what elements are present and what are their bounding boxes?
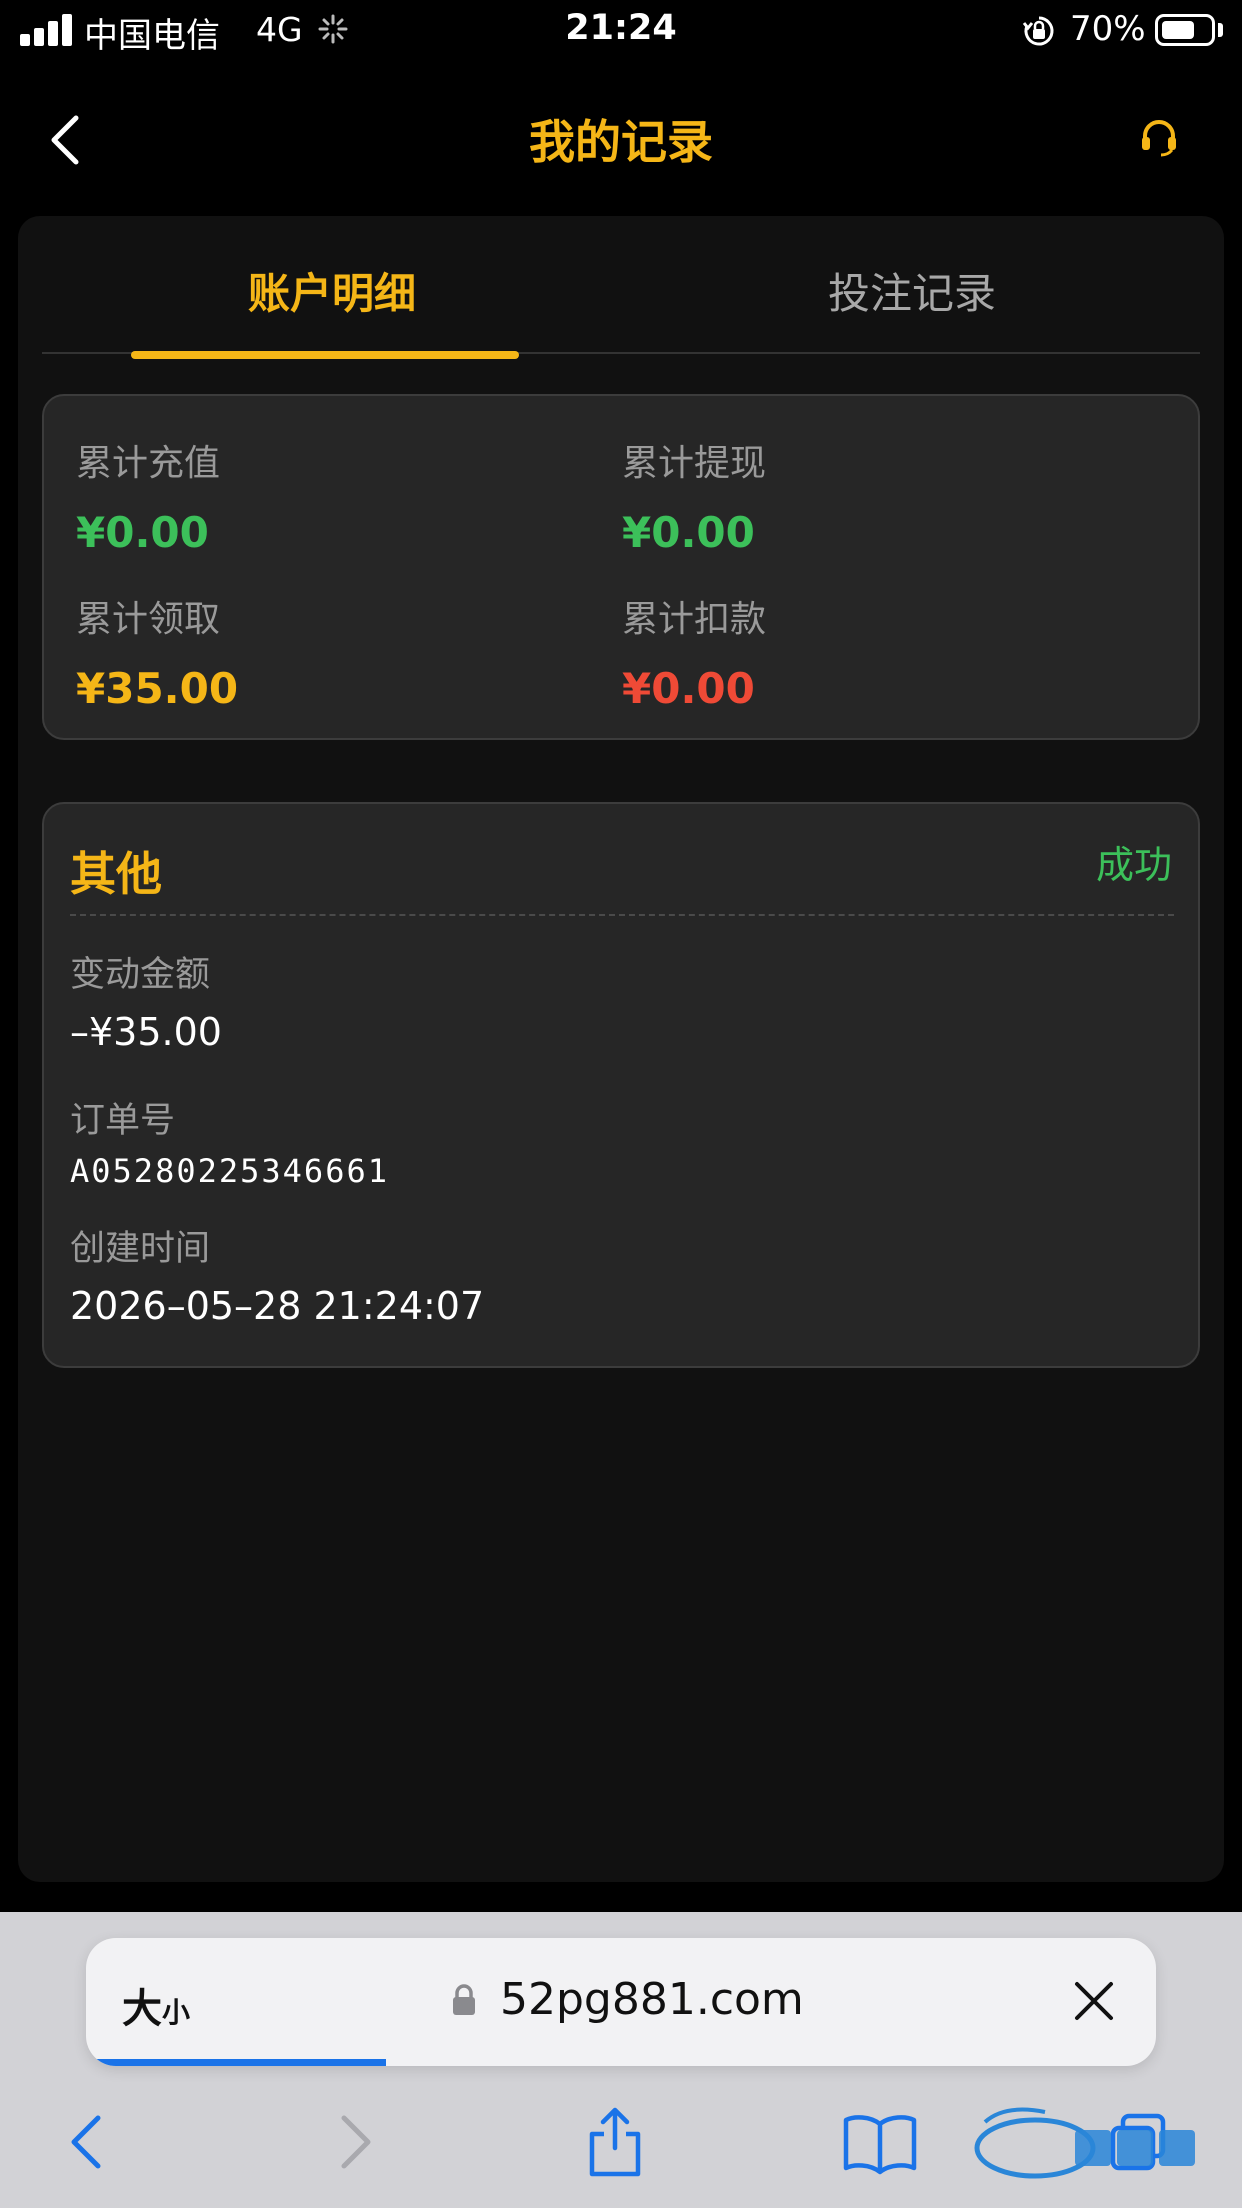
- order-number-label: 订单号: [70, 1101, 176, 1141]
- summary-value: ¥0.00: [622, 508, 755, 557]
- records-panel: 账户明细 投注记录 累计充值 ¥0.00 累计提现 ¥0.00 累计领取 ¥35…: [18, 216, 1224, 1882]
- rotation-lock-icon: [1022, 16, 1054, 46]
- text-size-large: 大: [122, 1986, 162, 2032]
- text-size-button[interactable]: 大小: [122, 1976, 190, 2034]
- tab-bet-records[interactable]: 投注记录: [622, 260, 1202, 321]
- summary-value: ¥35.00: [76, 664, 239, 713]
- created-time-label: 创建时间: [70, 1229, 211, 1269]
- battery-icon: [1155, 14, 1215, 46]
- lock-icon: [453, 1984, 475, 2015]
- dashed-divider: [70, 914, 1174, 916]
- summary-total-deposit: 累计充值 ¥0.00: [76, 434, 596, 557]
- amount-label: 变动金额: [70, 955, 211, 995]
- amount-value: –¥35.00: [70, 1010, 222, 1054]
- record-card[interactable]: 其他 成功 变动金额 –¥35.00 订单号 A05280225346661 创…: [42, 802, 1200, 1368]
- summary-label: 累计扣款: [622, 599, 767, 640]
- summary-total-withdrawal: 累计提现 ¥0.00: [622, 434, 1142, 557]
- forward-icon[interactable]: [320, 2102, 390, 2182]
- page-load-progress: [86, 2059, 386, 2066]
- battery-cap: [1218, 23, 1223, 37]
- active-tab-indicator: [131, 351, 519, 359]
- watermark-logo: [974, 2107, 1195, 2179]
- summary-label: 累计充值: [76, 443, 221, 484]
- back-icon[interactable]: [52, 2102, 122, 2182]
- status-badge: 成功: [1095, 843, 1172, 887]
- browser-bottom-bar: 大小 52pg881.com: [0, 1912, 1242, 2208]
- url-text[interactable]: 52pg881.com: [500, 1974, 804, 2025]
- page-title: 我的记录: [529, 115, 713, 169]
- summary-total-claimed: 累计领取 ¥35.00: [76, 590, 596, 713]
- text-size-small: 小: [162, 1996, 191, 2029]
- tab-account-details[interactable]: 账户明细: [42, 260, 622, 321]
- created-time-value: 2026–05–28 21:24:07: [70, 1284, 485, 1328]
- record-type: 其他: [70, 847, 162, 901]
- summary-total-deduction: 累计扣款 ¥0.00: [622, 590, 1142, 713]
- summary-label: 累计提现: [622, 443, 767, 484]
- tab-bar: 账户明细 投注记录: [42, 216, 1200, 356]
- summary-value: ¥0.00: [76, 508, 209, 557]
- close-icon[interactable]: [1071, 1978, 1117, 2024]
- summary-value: ¥0.00: [622, 664, 755, 713]
- headset-icon[interactable]: [1138, 116, 1180, 158]
- nav-bar: 我的记录: [0, 62, 1242, 212]
- status-bar: 中国电信 4G 21:24 70%: [0, 0, 1242, 62]
- share-icon[interactable]: [580, 2102, 650, 2182]
- battery-percent: 70%: [1070, 9, 1146, 49]
- address-bar[interactable]: 大小 52pg881.com: [86, 1938, 1156, 2066]
- summary-card: 累计充值 ¥0.00 累计提现 ¥0.00 累计领取 ¥35.00 累计扣款 ¥…: [42, 394, 1200, 740]
- summary-label: 累计领取: [76, 599, 221, 640]
- bookmarks-icon[interactable]: [840, 2102, 920, 2182]
- order-number-value: A05280225346661: [70, 1152, 389, 1190]
